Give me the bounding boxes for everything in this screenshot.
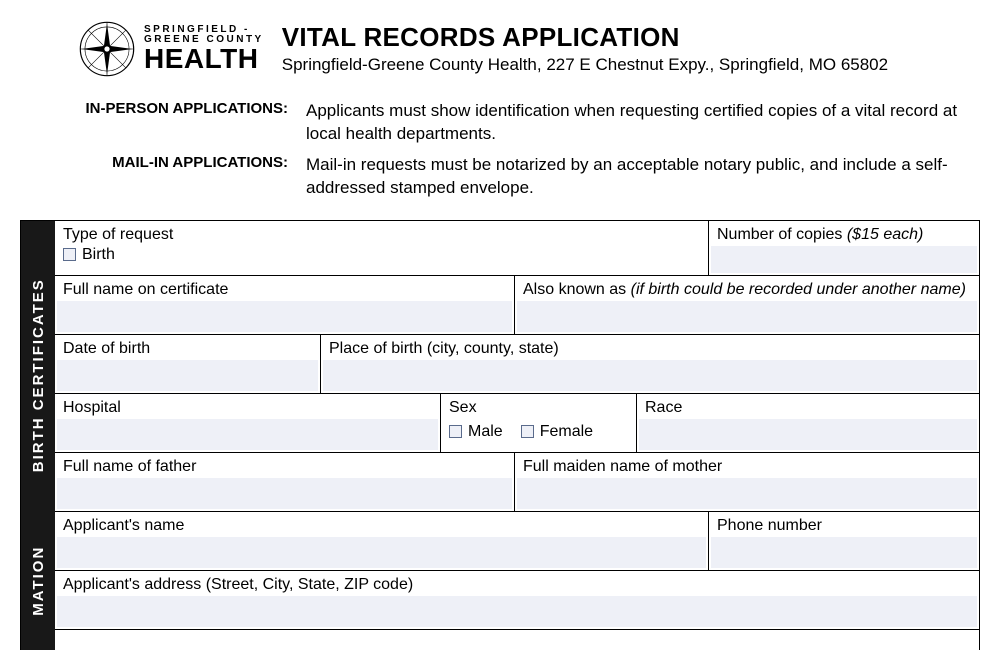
mother-input[interactable] xyxy=(517,478,977,509)
inperson-text: Applicants must show identification when… xyxy=(306,100,960,146)
full-name-cert-input[interactable] xyxy=(57,301,512,332)
num-copies-input[interactable] xyxy=(711,246,977,273)
mailin-text: Mail-in requests must be notarized by an… xyxy=(306,154,960,200)
dob-label: Date of birth xyxy=(63,339,312,358)
phone-input[interactable] xyxy=(711,537,977,568)
phone-label: Phone number xyxy=(717,516,971,535)
birth-option-label: Birth xyxy=(82,246,115,264)
female-label: Female xyxy=(540,423,593,441)
section-tabs: BIRTH CERTIFICATES MATION xyxy=(21,221,55,650)
page-subtitle: Springfield-Greene County Health, 227 E … xyxy=(282,55,960,75)
father-input[interactable] xyxy=(57,478,512,509)
mailin-label: MAIL-IN APPLICATIONS: xyxy=(78,154,288,200)
aka-input[interactable] xyxy=(517,301,977,332)
dob-input[interactable] xyxy=(57,360,318,391)
section-info-label: MATION xyxy=(30,530,47,650)
brand-logo: SPRINGFIELD - GREENE COUNTY HEALTH xyxy=(78,20,264,78)
brand-health: HEALTH xyxy=(144,45,264,73)
applicant-name-input[interactable] xyxy=(57,537,706,568)
pob-label: Place of birth (city, county, state) xyxy=(329,339,971,358)
type-of-request-label: Type of request xyxy=(63,225,700,244)
race-label: Race xyxy=(645,398,971,417)
sex-label: Sex xyxy=(449,398,628,417)
num-copies-label: Number of copies ($15 each) xyxy=(717,225,971,244)
male-checkbox[interactable] xyxy=(449,425,462,438)
section-birth-label: BIRTH CERTIFICATES xyxy=(30,221,47,530)
page-title: VITAL RECORDS APPLICATION xyxy=(282,22,960,53)
father-label: Full name of father xyxy=(63,457,506,476)
mother-label: Full maiden name of mother xyxy=(523,457,971,476)
female-checkbox[interactable] xyxy=(521,425,534,438)
hospital-input[interactable] xyxy=(57,419,438,450)
full-name-cert-label: Full name on certificate xyxy=(63,280,506,299)
race-input[interactable] xyxy=(639,419,977,450)
applicant-name-label: Applicant's name xyxy=(63,516,700,535)
hospital-label: Hospital xyxy=(63,398,432,417)
inperson-label: IN-PERSON APPLICATIONS: xyxy=(78,100,288,146)
birth-checkbox[interactable] xyxy=(63,248,76,261)
applicant-addr-label: Applicant's address (Street, City, State… xyxy=(63,575,971,594)
compass-icon xyxy=(78,20,136,78)
applicant-addr-input[interactable] xyxy=(57,596,977,627)
pob-input[interactable] xyxy=(323,360,977,391)
male-label: Male xyxy=(468,423,503,441)
aka-label: Also known as (if birth could be recorde… xyxy=(523,280,971,299)
